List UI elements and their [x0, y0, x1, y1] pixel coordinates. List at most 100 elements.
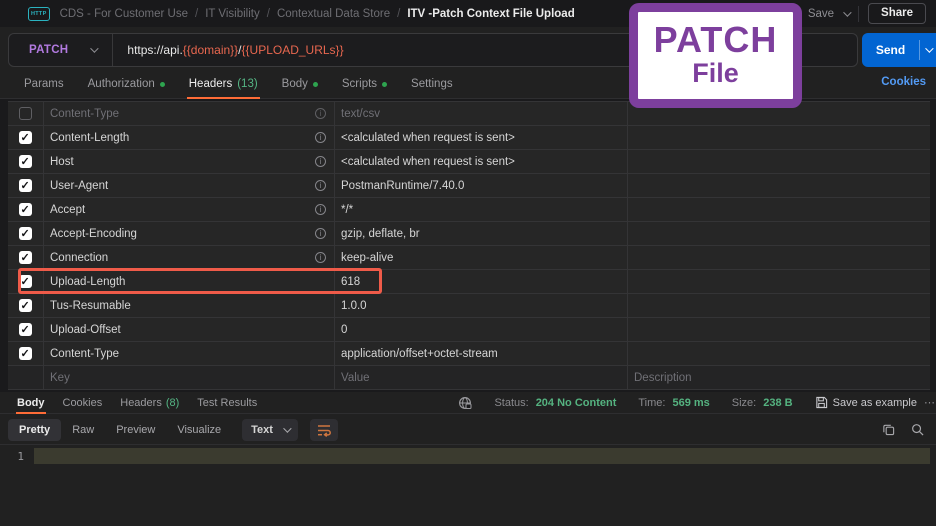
breadcrumb-request-name[interactable]: ITV -Patch Context File Upload [407, 8, 574, 20]
tab-settings[interactable]: Settings [399, 70, 465, 98]
header-value[interactable]: 618 [335, 270, 628, 293]
header-value[interactable]: application/offset+octet-stream [335, 342, 628, 365]
tab-label: Headers [188, 78, 233, 90]
send-button-label: Send [875, 43, 906, 57]
header-description[interactable] [628, 198, 930, 221]
save-as-example-button[interactable]: Save as example [815, 396, 917, 409]
header-key[interactable]: Upload-Offset [50, 324, 326, 336]
header-value[interactable]: */* [335, 198, 628, 221]
header-description[interactable] [628, 342, 930, 365]
method-selector[interactable]: PATCH [9, 44, 112, 56]
share-button[interactable]: Share [868, 3, 926, 24]
row-checkbox[interactable] [19, 275, 32, 288]
more-options-icon[interactable]: ⋯ [924, 396, 934, 409]
header-key[interactable]: User-Agent [50, 180, 315, 192]
response-tab-headers[interactable]: Headers (8) [111, 392, 188, 413]
header-row[interactable]: Upload-Length 618 [8, 268, 930, 294]
breadcrumb-workspace[interactable]: CDS - For Customer Use [60, 8, 188, 20]
tab-params[interactable]: Params [12, 70, 76, 98]
header-description[interactable] [628, 270, 930, 293]
tab-label: Authorization [87, 78, 155, 90]
save-options-chevron-icon[interactable] [843, 7, 852, 17]
header-value[interactable]: PostmanRuntime/7.40.0 [335, 174, 628, 197]
header-row[interactable]: Content-Type application/offset+octet-st… [8, 342, 930, 366]
view-tab-visualize[interactable]: Visualize [166, 419, 232, 441]
tab-headers[interactable]: Headers (13) [177, 70, 270, 99]
code-line[interactable]: 1 [0, 448, 936, 464]
header-key[interactable]: Upload-Length [50, 276, 326, 288]
header-value[interactable]: 1.0.0 [335, 294, 628, 317]
network-globe-icon[interactable] [458, 396, 472, 410]
header-key[interactable]: Content-Type [50, 108, 315, 120]
header-row[interactable]: User-Agent i PostmanRuntime/7.40.0 [8, 174, 930, 198]
new-header-placeholder-row[interactable]: Key Value Description [8, 366, 930, 390]
row-checkbox[interactable] [19, 227, 32, 240]
response-body-editor[interactable]: 1 [0, 444, 936, 526]
header-value[interactable]: keep-alive [335, 246, 628, 269]
header-description[interactable] [628, 174, 930, 197]
breadcrumb-folder[interactable]: Contextual Data Store [277, 8, 390, 20]
row-checkbox[interactable] [19, 107, 32, 120]
copy-icon[interactable] [882, 423, 895, 436]
header-description[interactable] [628, 318, 930, 341]
header-key[interactable]: Content-Type [50, 348, 326, 360]
row-checkbox[interactable] [19, 179, 32, 192]
row-checkbox[interactable] [19, 131, 32, 144]
header-key[interactable]: Key [50, 372, 326, 384]
header-description[interactable]: Description [628, 366, 930, 389]
header-description[interactable] [628, 150, 930, 173]
row-checkbox[interactable] [19, 251, 32, 264]
tab-body[interactable]: Body [270, 70, 330, 98]
header-key[interactable]: Accept-Encoding [50, 228, 315, 240]
row-checkbox[interactable] [19, 323, 32, 336]
header-description[interactable] [628, 126, 930, 149]
breadcrumb-collection[interactable]: IT Visibility [205, 8, 260, 20]
tab-scripts[interactable]: Scripts [330, 70, 399, 98]
header-description[interactable] [628, 222, 930, 245]
row-checkbox[interactable] [19, 203, 32, 216]
format-dropdown[interactable]: Text [242, 418, 298, 441]
view-tab-preview[interactable]: Preview [105, 419, 166, 441]
view-tab-pretty[interactable]: Pretty [8, 418, 62, 441]
header-key[interactable]: Connection [50, 252, 315, 264]
header-key[interactable]: Content-Length [50, 132, 315, 144]
header-description[interactable] [628, 294, 930, 317]
header-value[interactable]: 0 [335, 318, 628, 341]
header-value[interactable]: gzip, deflate, br [335, 222, 628, 245]
header-row[interactable]: Upload-Offset 0 [8, 318, 930, 342]
tab-label: Settings [411, 78, 453, 90]
header-row[interactable]: Accept i */* [8, 198, 930, 222]
response-tab-test-results[interactable]: Test Results [188, 392, 266, 413]
header-value[interactable]: <calculated when request is sent> [335, 150, 628, 173]
header-row[interactable]: Content-Length i <calculated when reques… [8, 126, 930, 150]
header-value[interactable]: <calculated when request is sent> [335, 126, 628, 149]
url-input[interactable]: https://api.{{domain}}/{{UPLOAD_URLs}} [113, 43, 343, 57]
response-tab-body[interactable]: Body [8, 392, 54, 414]
row-checkbox[interactable] [19, 299, 32, 312]
row-checkbox[interactable] [19, 155, 32, 168]
header-key[interactable]: Tus-Resumable [50, 300, 326, 312]
response-tab-cookies[interactable]: Cookies [54, 392, 112, 413]
send-button[interactable]: Send [862, 33, 936, 67]
header-description[interactable] [628, 246, 930, 269]
send-options-chevron-icon[interactable] [920, 44, 936, 53]
selected-empty-line[interactable] [34, 448, 930, 464]
word-wrap-icon [317, 424, 331, 437]
header-row[interactable]: Accept-Encoding i gzip, deflate, br [8, 222, 930, 246]
header-key[interactable]: Host [50, 156, 315, 168]
search-icon[interactable] [911, 423, 924, 436]
cookies-link[interactable]: Cookies [881, 76, 926, 88]
modified-dot-icon [312, 81, 318, 87]
view-tab-raw[interactable]: Raw [61, 419, 105, 441]
tab-authorization[interactable]: Authorization [76, 70, 177, 98]
header-key[interactable]: Accept [50, 204, 315, 216]
header-row[interactable]: Tus-Resumable 1.0.0 [8, 294, 930, 318]
header-row[interactable]: Connection i keep-alive [8, 246, 930, 270]
response-headers-count: (8) [165, 396, 180, 409]
header-value[interactable]: Value [335, 366, 628, 389]
header-value[interactable]: text/csv [335, 102, 628, 125]
row-checkbox[interactable] [19, 347, 32, 360]
wrap-lines-button[interactable] [309, 418, 338, 441]
url-variable: {{domain}} [182, 43, 239, 57]
header-row[interactable]: Host i <calculated when request is sent> [8, 150, 930, 174]
